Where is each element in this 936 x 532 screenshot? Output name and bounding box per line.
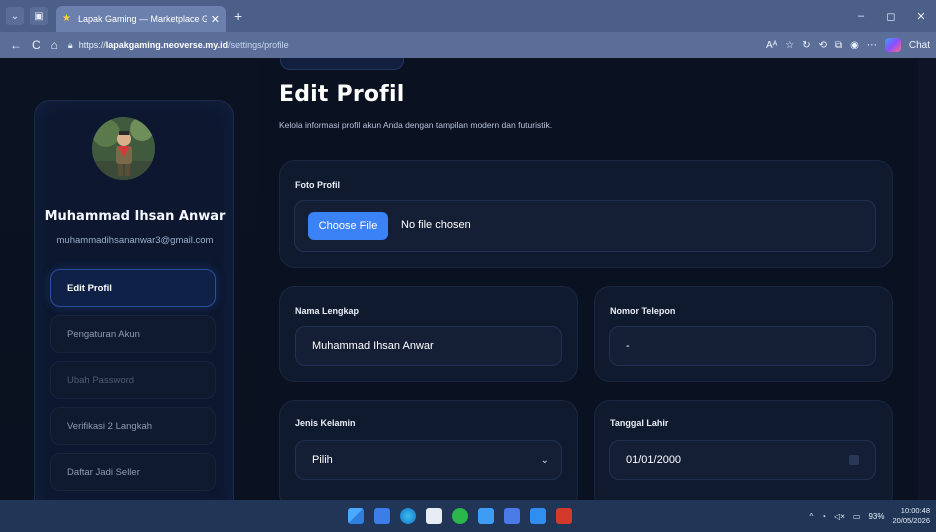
url-field[interactable]: 🔒︎ https:// lapakgaming.neoverse.my.id /… — [68, 40, 289, 51]
choose-file-button[interactable]: Choose File — [308, 212, 388, 240]
url-prefix: https:// — [78, 40, 106, 50]
avatar-photo-icon — [92, 117, 155, 180]
edge-icon[interactable] — [400, 508, 416, 524]
tab-title: Lapak Gaming — Marketplace Gar — [78, 14, 207, 24]
minimize-button[interactable]: – — [846, 10, 876, 22]
chevron-up-icon[interactable]: ^ — [809, 512, 813, 521]
top-cutoff-element — [280, 58, 404, 70]
system-tray: ^ ◔ ◁× ▭ 93% 10:00:48 20/05/2026 — [809, 500, 930, 532]
file-explorer-icon[interactable] — [374, 508, 390, 524]
back-icon[interactable]: ← — [10, 38, 22, 52]
whatsapp-icon[interactable] — [452, 508, 468, 524]
read-aloud-icon[interactable]: Aᴬ — [766, 40, 777, 51]
lock-icon: 🔒︎ — [67, 39, 73, 50]
gender-select-value: Pilih — [312, 454, 333, 466]
birth-date-input[interactable]: 01/01/2000 — [609, 440, 876, 480]
clock-time: 10:00:48 — [900, 506, 930, 515]
refresh-icon[interactable]: C — [32, 38, 41, 52]
scrollbar-track[interactable] — [918, 58, 936, 500]
clock[interactable]: 10:00:48 20/05/2026 — [892, 506, 930, 526]
app-red-icon[interactable] — [556, 508, 572, 524]
profile-user-email: muhammadihsananwar3@gmail.com — [56, 235, 214, 246]
page-title: Edit Profil — [279, 82, 405, 107]
gender-select[interactable]: Pilih ⌄ — [295, 440, 562, 480]
close-window-button[interactable]: ✕ — [906, 10, 936, 23]
site-favicon-icon: ★ — [62, 13, 71, 24]
birth-date-label: Tanggal Lahir — [610, 418, 669, 428]
taskbar-apps — [348, 500, 572, 532]
sidebar-item-pengaturan-akun[interactable]: Pengaturan Akun — [50, 315, 216, 353]
page-subtitle: Kelola informasi profil akun Anda dengan… — [279, 120, 553, 130]
more-icon[interactable]: ⋯ — [867, 40, 877, 51]
copilot-icon[interactable] — [884, 38, 901, 52]
clock-date: 20/05/2026 — [892, 516, 930, 525]
url-host: lapakgaming.neoverse.my.id — [105, 40, 229, 50]
phone-input[interactable]: - — [609, 326, 876, 366]
chevron-down-icon: ⌄ — [540, 454, 549, 466]
calendar-icon[interactable] — [849, 455, 859, 465]
tab-close-icon[interactable]: ✕ — [211, 13, 220, 26]
home-icon[interactable]: ⌂ — [51, 38, 58, 52]
notepad-icon[interactable] — [504, 508, 520, 524]
battery-percent: 93% — [868, 511, 885, 521]
window-controls: – ◻ ✕ — [846, 0, 936, 32]
sidebar-item-daftar-jadi-seller[interactable]: Daftar Jadi Seller — [50, 453, 216, 491]
profile-user-name: Muhammad Ihsan Anwar — [44, 209, 226, 224]
toolbar-right: Aᴬ ☆ ↻ ⟲ ⧉ ◉ ⋯ Chat — [766, 32, 930, 58]
start-icon[interactable] — [348, 508, 364, 524]
app-icon[interactable] — [478, 508, 494, 524]
favorite-star-icon[interactable]: ☆ — [785, 40, 794, 51]
battery-icon[interactable]: ▭ — [853, 512, 861, 521]
sidebar-item-edit-profil[interactable]: Edit Profil — [50, 269, 216, 307]
copilot-label[interactable]: Chat — [909, 40, 930, 51]
browser-tab[interactable]: ★ Lapak Gaming — Marketplace Gar ✕ — [56, 6, 226, 32]
url-path: /settings/profile — [228, 40, 289, 50]
gender-label: Jenis Kelamin — [295, 418, 356, 428]
vscode-icon[interactable] — [530, 508, 546, 524]
windows-taskbar: ^ ◔ ◁× ▭ 93% 10:00:48 20/05/2026 — [0, 500, 936, 532]
sidebar-item-verifikasi-2-langkah[interactable]: Verifikasi 2 Langkah — [50, 407, 216, 445]
store-icon[interactable] — [426, 508, 442, 524]
maximize-button[interactable]: ◻ — [876, 10, 906, 23]
collections-icon[interactable]: ⧉ — [835, 40, 842, 51]
full-name-input[interactable]: Muhammad Ihsan Anwar — [295, 326, 562, 366]
address-bar-row: ← C ⌂ 🔒︎ https:// lapakgaming.neoverse.m… — [0, 32, 936, 58]
avatar[interactable] — [92, 117, 155, 180]
wifi-icon[interactable]: ◔ — [821, 512, 826, 521]
photo-label: Foto Profil — [295, 180, 340, 190]
page-content: Muhammad Ihsan Anwar muhammadihsananwar3… — [0, 58, 936, 500]
birth-date-value: 01/01/2000 — [626, 454, 682, 466]
refresh-page-icon[interactable]: ↻ — [802, 40, 810, 51]
new-tab-button[interactable]: + — [234, 8, 242, 24]
profile-sidebar-card: Muhammad Ihsan Anwar muhammadihsananwar3… — [34, 100, 234, 500]
workspaces-icon[interactable]: ▣ — [30, 7, 48, 25]
browser-tab-bar: ⌄ ▣ ★ Lapak Gaming — Marketplace Gar ✕ +… — [0, 0, 936, 32]
volume-icon[interactable]: ◁× — [834, 512, 845, 521]
phone-label: Nomor Telepon — [610, 306, 676, 316]
history-icon[interactable]: ⟲ — [819, 40, 827, 51]
tab-actions-chevron-icon[interactable]: ⌄ — [6, 7, 24, 25]
profile-icon[interactable]: ◉ — [850, 40, 859, 51]
sidebar-item-ubah-password[interactable]: Ubah Password — [50, 361, 216, 399]
file-status: No file chosen — [401, 219, 471, 231]
full-name-label: Nama Lengkap — [295, 306, 360, 316]
